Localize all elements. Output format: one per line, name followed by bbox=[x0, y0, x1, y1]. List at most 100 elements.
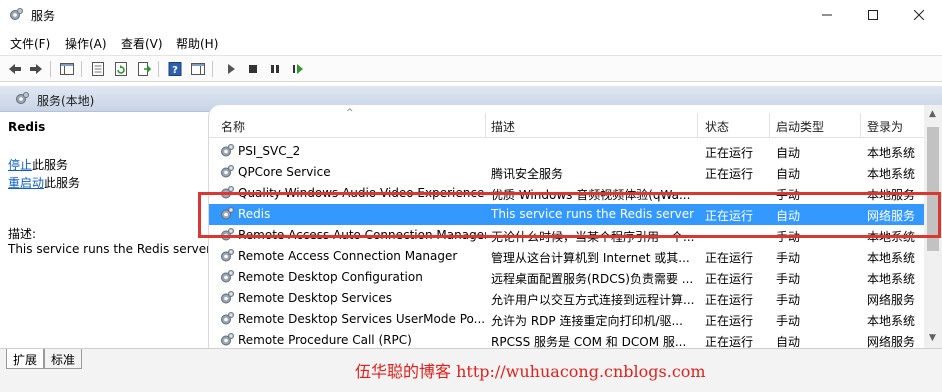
service-logon-cell: 本地系统 bbox=[867, 251, 916, 265]
minimize-icon bbox=[822, 14, 832, 16]
toolbar-separator bbox=[50, 61, 51, 77]
service-description-cell: 远程桌面配置服务(RDCS)负责需要 ... bbox=[491, 272, 694, 286]
back-icon bbox=[9, 64, 21, 74]
scrollbar-thumb[interactable] bbox=[927, 127, 939, 251]
service-name-cell: QPCore Service bbox=[238, 165, 331, 179]
column-divider[interactable] bbox=[485, 113, 486, 137]
action-pane-button[interactable] bbox=[189, 60, 207, 78]
service-name-cell: Remote Access Auto Connection Manager bbox=[238, 228, 486, 242]
show-hide-action-pane-icon bbox=[191, 63, 205, 75]
vertical-scrollbar[interactable]: ▲ ▼ bbox=[924, 105, 942, 348]
menu-help[interactable]: 帮助(H) bbox=[176, 35, 218, 52]
menu-view[interactable]: 查看(V) bbox=[121, 35, 163, 52]
service-startup-cell: 手动 bbox=[776, 188, 801, 202]
column-divider[interactable] bbox=[697, 113, 698, 137]
service-logon-cell: 本地系统 bbox=[867, 230, 916, 244]
service-startup-cell: 手动 bbox=[776, 230, 801, 244]
service-description-cell: 允许为 RDP 连接重定向打印机/驱... bbox=[491, 314, 683, 328]
service-gear-icon bbox=[221, 165, 234, 178]
service-logon-cell: 本地系统 bbox=[867, 272, 916, 286]
maximize-button[interactable] bbox=[850, 0, 896, 30]
extended-details-pane: Redis 停止此服务 重启动此服务 描述: This service runs… bbox=[0, 112, 211, 348]
show-hide-console-tree-icon bbox=[60, 63, 74, 75]
service-status-cell: 正在运行 bbox=[705, 314, 754, 328]
start-service-icon bbox=[228, 64, 235, 74]
close-button[interactable] bbox=[896, 0, 942, 30]
menu-action[interactable]: 操作(A) bbox=[65, 35, 107, 52]
stop-action-suffix: 此服务 bbox=[32, 158, 69, 172]
minimize-button[interactable] bbox=[804, 0, 850, 30]
service-row[interactable]: Remote Desktop Services 允许用户以交互方式连接到远程计算.… bbox=[209, 288, 924, 309]
service-row[interactable]: Remote Desktop Configuration 远程桌面配置服务(RDC… bbox=[209, 267, 924, 288]
service-status-cell: 正在运行 bbox=[705, 293, 754, 307]
restart-service-icon bbox=[293, 64, 303, 74]
tab-standard[interactable]: 标准 bbox=[44, 349, 83, 369]
refresh-button[interactable] bbox=[112, 60, 130, 78]
service-status-cell: 正在运行 bbox=[705, 167, 754, 181]
restart-service-link[interactable]: 重启动 bbox=[8, 176, 44, 190]
stop-service-button[interactable] bbox=[244, 60, 262, 78]
service-row[interactable]: Remote Procedure Call (RPC) RPCSS 服务是 COM… bbox=[209, 330, 924, 348]
service-status-cell: 正在运行 bbox=[705, 272, 754, 286]
tab-extended[interactable]: 扩展 bbox=[6, 349, 45, 369]
maximize-icon bbox=[868, 10, 878, 20]
service-description-cell: RPCSS 服务是 COM 和 DCOM 服... bbox=[491, 335, 687, 348]
service-row[interactable]: Remote Access Auto Connection Manager 无论什… bbox=[209, 225, 924, 246]
service-row[interactable]: PSI_SVC_2 正在运行 自动 本地系统 bbox=[209, 141, 924, 162]
service-logon-cell: 网络服务 bbox=[867, 293, 916, 307]
forward-button[interactable] bbox=[27, 60, 45, 78]
service-row[interactable]: Remote Desktop Services UserMode Po... 允许… bbox=[209, 309, 924, 330]
title-bar: 服务 bbox=[0, 0, 942, 30]
service-gear-icon bbox=[221, 333, 234, 346]
menu-file[interactable]: 文件(F) bbox=[10, 35, 50, 52]
service-description-cell: 管理从这台计算机到 Internet 或其... bbox=[491, 251, 690, 265]
service-name-cell: PSI_SVC_2 bbox=[238, 144, 301, 158]
service-gear-icon bbox=[221, 207, 234, 220]
help-button[interactable]: ? bbox=[166, 60, 184, 78]
forward-icon bbox=[30, 64, 42, 74]
service-status-cell: 正在运行 bbox=[705, 335, 754, 348]
properties-icon bbox=[92, 62, 104, 76]
service-description-cell: This service runs the Redis server bbox=[491, 207, 695, 221]
service-row[interactable]: Redis This service runs the Redis server 正… bbox=[209, 204, 924, 225]
service-status-cell: 正在运行 bbox=[705, 251, 754, 265]
column-status[interactable]: 状态 bbox=[705, 118, 729, 135]
console-tree-button[interactable] bbox=[58, 60, 76, 78]
service-gear-icon bbox=[221, 312, 234, 325]
toolbar: ? bbox=[0, 55, 942, 82]
service-logon-cell: 本地系统 bbox=[867, 146, 916, 160]
service-gear-icon bbox=[221, 186, 234, 199]
description-label: 描述: bbox=[8, 227, 37, 241]
services-gear-icon bbox=[10, 8, 23, 20]
service-logon-cell: 网络服务 bbox=[867, 209, 916, 223]
column-divider[interactable] bbox=[860, 113, 861, 137]
restart-service-button[interactable] bbox=[289, 60, 307, 78]
properties-button[interactable] bbox=[89, 60, 107, 78]
scroll-down-icon[interactable]: ▼ bbox=[929, 333, 936, 343]
column-name[interactable]: 名称 bbox=[221, 118, 245, 135]
export-list-button[interactable] bbox=[135, 60, 153, 78]
service-description-cell: 优质 Windows 音频视频体验(qWa... bbox=[491, 188, 691, 202]
back-button[interactable] bbox=[6, 60, 24, 78]
service-row[interactable]: Quality Windows Audio Video Experience 优质… bbox=[209, 183, 924, 204]
service-startup-cell: 自动 bbox=[776, 167, 801, 181]
column-description[interactable]: 描述 bbox=[491, 118, 515, 135]
service-logon-cell: 网络服务 bbox=[867, 335, 916, 348]
service-logon-cell: 本地系统 bbox=[867, 167, 916, 181]
pause-service-button[interactable] bbox=[266, 60, 284, 78]
scroll-up-icon[interactable]: ▲ bbox=[929, 109, 936, 119]
service-row[interactable]: QPCore Service 腾讯安全服务 正在运行 自动 本地系统 bbox=[209, 162, 924, 183]
service-row[interactable]: Remote Access Connection Manager 管理从这台计算机… bbox=[209, 246, 924, 267]
selected-service-name: Redis bbox=[8, 120, 46, 134]
column-startup-type[interactable]: 启动类型 bbox=[776, 118, 824, 135]
toolbar-separator bbox=[158, 61, 159, 77]
column-logon-as[interactable]: 登录为 bbox=[867, 118, 903, 135]
column-divider[interactable] bbox=[769, 113, 770, 137]
service-startup-cell: 自动 bbox=[776, 335, 801, 348]
service-name-cell: Remote Procedure Call (RPC) bbox=[238, 333, 412, 347]
service-description-cell: 允许用户以交互方式连接到远程计算... bbox=[491, 293, 695, 307]
stop-service-link[interactable]: 停止 bbox=[8, 158, 32, 172]
service-name-cell: Remote Desktop Services UserMode Po... bbox=[238, 312, 486, 326]
start-service-button[interactable] bbox=[222, 60, 240, 78]
sort-ascending-icon: ^ bbox=[346, 108, 354, 118]
